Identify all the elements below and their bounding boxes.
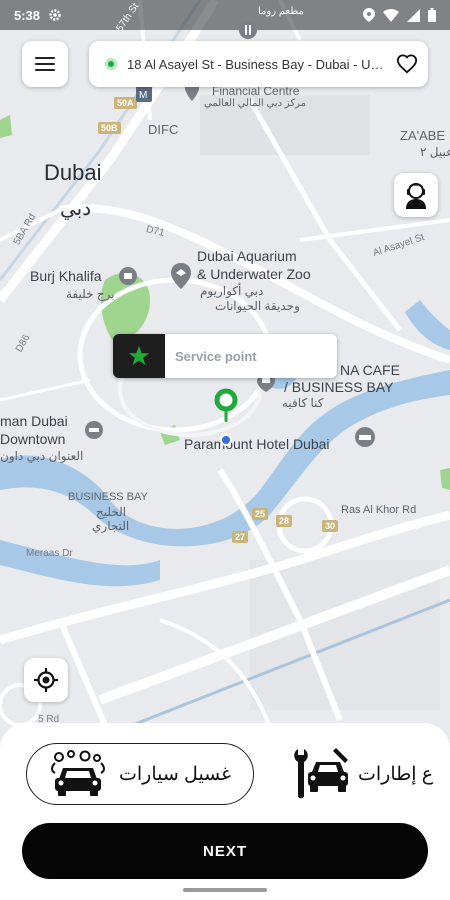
battery-icon: [428, 8, 436, 22]
map-label-downtown: man Dubai: [0, 413, 68, 429]
road-shield-27: 27: [232, 531, 249, 543]
next-button[interactable]: NEXT: [22, 823, 428, 879]
downtown-poi-icon: [85, 421, 103, 439]
support-agent-icon: [406, 183, 426, 209]
star-icon: [128, 345, 150, 366]
address-search-bar[interactable]: 18 Al Asayel St - Business Bay - Dubai -…: [89, 41, 428, 87]
status-bar: 5:38: [0, 0, 450, 30]
map-label-financial-centre-ar: مركز دبي المالي العالمي: [204, 98, 306, 109]
service-chip-car-wash[interactable]: غسيل سيارات: [26, 743, 254, 805]
svg-text:M: M: [139, 90, 147, 101]
road-shield-50b: 50B: [98, 122, 121, 134]
address-text: 18 Al Asayel St - Business Bay - Dubai -…: [127, 56, 388, 72]
map-label-burj-khalifa: Burj Khalifa: [30, 268, 102, 284]
map-view[interactable]: Dubai دبي Financial Centre مركز دبي الما…: [0, 0, 450, 760]
service-point-callout[interactable]: Service point: [113, 334, 337, 378]
hotel-poi-icon: [355, 427, 375, 447]
service-point-label: Service point: [175, 348, 257, 364]
service-chip-car-wash-label: غسيل سيارات: [119, 763, 232, 785]
map-label-cafe: NA CAFE: [340, 362, 400, 378]
map-label-business-bay: BUSINESS BAY: [68, 491, 148, 503]
map-label-difc: DIFC: [148, 122, 179, 137]
map-label-burj-khalifa-ar: برج خليفة: [66, 287, 115, 301]
map-label-cafe-line2: / BUSINESS BAY: [284, 379, 394, 395]
map-label-aquarium-ar2: وحديقة الحيوانات: [215, 299, 300, 313]
support-agent-button[interactable]: [394, 173, 438, 217]
aquarium-poi-icon: [171, 263, 191, 289]
current-location-dot: [220, 434, 232, 446]
road-shield-25: 25: [252, 508, 269, 520]
map-label-city: Dubai: [44, 160, 102, 185]
hamburger-icon: [35, 57, 55, 71]
map-label-downtown-ar: العنوان دبي داون: [0, 449, 84, 463]
crosshair-icon: [34, 668, 58, 692]
status-time: 5:38: [14, 7, 41, 23]
my-location-button[interactable]: [24, 658, 68, 702]
gear-icon: [49, 9, 61, 21]
road-shield-28: 28: [276, 515, 293, 527]
services-carousel[interactable]: غسيل سيارات ع إطارات: [0, 743, 450, 805]
map-label-downtown-line2: Downtown: [0, 431, 66, 447]
pickup-dot-icon: [105, 58, 117, 70]
road-shield-30: 30: [322, 520, 339, 532]
service-point-badge: [113, 334, 165, 378]
wifi-icon: [383, 8, 399, 22]
map-label-business-bay-ar2: التجاري: [92, 519, 130, 533]
favorite-heart-icon[interactable]: [396, 53, 418, 75]
location-icon: [363, 8, 375, 22]
metro-icon: M: [136, 86, 152, 102]
map-label-aquarium-ar: دبي أكواريوم: [200, 284, 264, 298]
signal-icon: [407, 8, 420, 22]
road-shield-50a: 50A: [114, 97, 137, 109]
home-indicator[interactable]: [183, 888, 267, 892]
map-label-zaabeel: ZA'ABE: [400, 128, 446, 143]
app-screen: Dubai دبي Financial Centre مركز دبي الما…: [0, 0, 450, 900]
map-label-hotel: Paramount Hotel Dubai: [184, 436, 330, 452]
service-chip-tyres-label: ع إطارات: [358, 763, 434, 785]
menu-button[interactable]: [22, 41, 68, 87]
map-label-meraas: Meraas Dr: [26, 548, 73, 559]
map-label-zaabeel-ar: زعبيل ٢: [420, 145, 450, 159]
map-label-aquarium: Dubai Aquarium: [197, 248, 297, 264]
destination-pin-icon: [214, 388, 238, 422]
map-label-city-ar: دبي: [60, 198, 92, 220]
map-label-business-bay-ar: الخليج: [96, 505, 127, 519]
car-wash-icon: [51, 750, 105, 796]
map-label-aquarium-line2: & Underwater Zoo: [197, 266, 311, 282]
burj-khalifa-poi-icon: [119, 267, 137, 285]
bottom-sheet: غسيل سيارات ع إطارات NEXT: [0, 723, 450, 900]
service-chip-tyres[interactable]: ع إطارات: [284, 743, 450, 805]
map-label-cafe-ar: كنا كافيه: [282, 396, 324, 410]
tyre-service-icon: [294, 748, 348, 799]
map-label-ras-al-khor: Ras Al Khor Rd: [341, 504, 417, 516]
